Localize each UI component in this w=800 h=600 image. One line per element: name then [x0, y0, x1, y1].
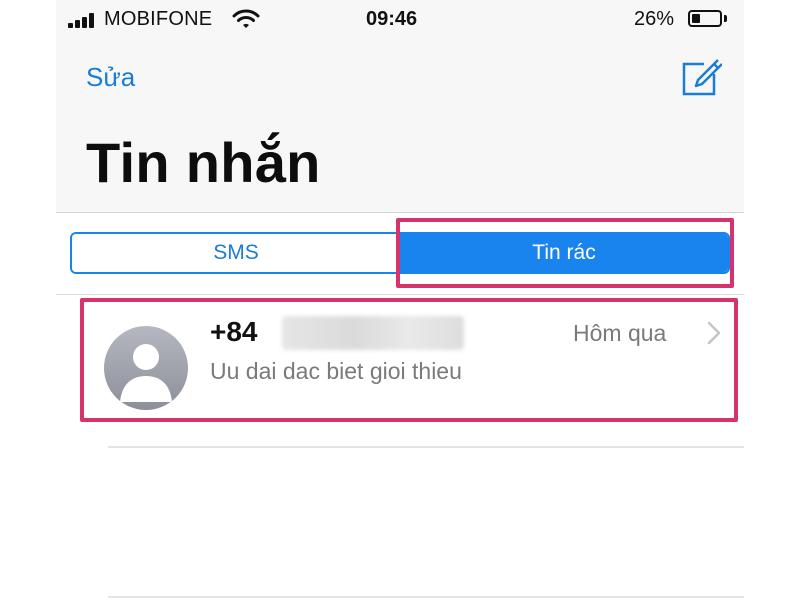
segment-divider: [56, 294, 744, 295]
tab-sms[interactable]: SMS: [72, 234, 400, 272]
edit-button[interactable]: Sửa: [86, 62, 135, 93]
carrier-name: MOBIFONE: [104, 8, 213, 30]
battery-percentage: 26%: [634, 8, 675, 30]
battery-tip: [724, 15, 727, 22]
wifi-icon: [232, 9, 260, 28]
list-divider: [108, 446, 744, 448]
row-highlight-box: [80, 298, 738, 422]
battery-icon: [688, 10, 722, 27]
header-divider: [56, 212, 744, 213]
list-divider: [108, 596, 744, 598]
page-title: Tin nhắn: [86, 131, 321, 194]
status-bar: MOBIFONE 09:46 26%: [56, 0, 744, 40]
messages-screen: MOBIFONE 09:46 26% Sửa Tin nhắn SMS Tin …: [56, 0, 744, 600]
compose-icon[interactable]: [678, 56, 722, 100]
status-time: 09:46: [366, 8, 418, 30]
signal-icon: [68, 12, 100, 28]
tab-highlight-box: [396, 218, 734, 288]
